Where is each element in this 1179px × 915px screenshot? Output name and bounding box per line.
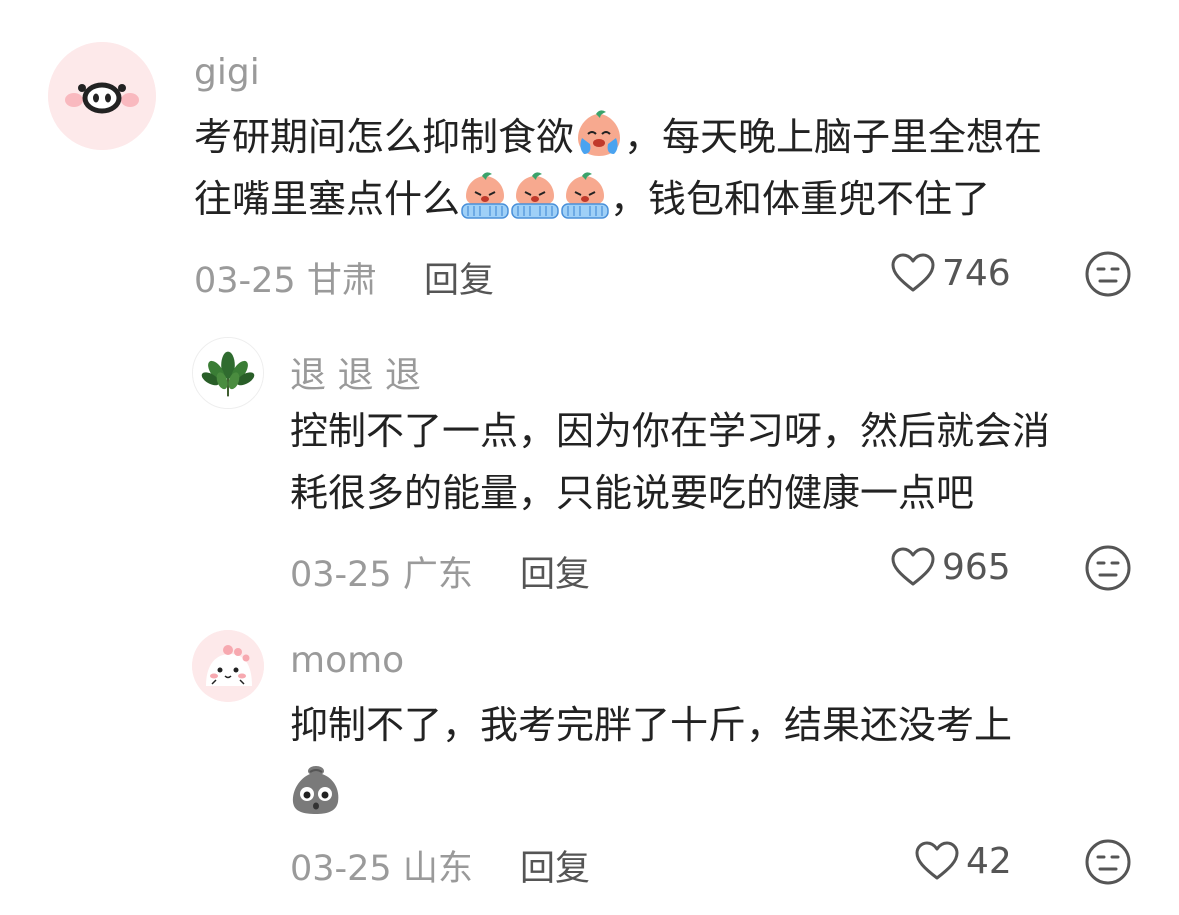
comment-text: 抑制不了，我考完胖了十斤，结果还没考上 bbox=[290, 694, 1160, 756]
like-button[interactable]: 746 bbox=[890, 248, 1011, 298]
username[interactable]: gigi bbox=[194, 52, 260, 93]
username[interactable]: 退 退 退 bbox=[290, 346, 421, 398]
like-button[interactable]: 42 bbox=[914, 836, 1012, 886]
dislike-button[interactable] bbox=[1084, 544, 1132, 592]
comment-date-location: 03-25 山东 bbox=[290, 849, 473, 889]
sobbing-peach-emoji-icon bbox=[460, 172, 510, 220]
reply-button[interactable]: 回复 bbox=[424, 252, 494, 303]
neutral-face-icon bbox=[1085, 839, 1131, 885]
reply-button[interactable]: 回复 bbox=[520, 546, 590, 597]
sobbing-peach-emoji-icon bbox=[510, 172, 560, 220]
comment-text-segment: 考研期间怎么抑制食欲 bbox=[194, 115, 575, 159]
avatar[interactable] bbox=[192, 337, 264, 409]
comment-text-line: 控制不了一点，因为你在学习呀，然后就会消 bbox=[290, 409, 1051, 453]
heart-outline-icon bbox=[891, 253, 935, 292]
comment-text-line: 抑制不了，我考完胖了十斤，结果还没考上 bbox=[290, 703, 1013, 747]
like-button[interactable]: 965 bbox=[890, 542, 1011, 592]
cute-dino-icon bbox=[192, 630, 264, 702]
neutral-face-icon bbox=[1085, 251, 1131, 297]
comment-text: 考研期间怎么抑制食欲 ，每天晚上脑子里全想在 往嘴里塞点什么 ，钱包和体重兜不住了 bbox=[194, 106, 1154, 230]
like-count: 965 bbox=[942, 546, 1011, 588]
leafy-plant-icon bbox=[193, 338, 263, 408]
comment-text-line: 耗很多的能量，只能说要吃的健康一点吧 bbox=[290, 471, 975, 515]
avatar[interactable] bbox=[192, 630, 264, 702]
shocked-rock-emoji-icon bbox=[288, 762, 344, 816]
heart-outline-icon bbox=[915, 841, 959, 880]
comment-text: 控制不了一点，因为你在学习呀，然后就会消 耗很多的能量，只能说要吃的健康一点吧 bbox=[290, 400, 1160, 524]
crying-peach-emoji-icon bbox=[574, 110, 624, 158]
neutral-face-icon bbox=[1085, 545, 1131, 591]
dislike-button[interactable] bbox=[1084, 250, 1132, 298]
comment-text-segment: ，每天晚上脑子里全想在 bbox=[624, 115, 1043, 159]
sobbing-peach-emoji-icon bbox=[560, 172, 610, 220]
dislike-button[interactable] bbox=[1084, 838, 1132, 886]
reply-button[interactable]: 回复 bbox=[520, 840, 590, 891]
comment-text-segment: 往嘴里塞点什么 bbox=[194, 177, 461, 221]
username[interactable]: momo bbox=[290, 640, 404, 681]
avatar[interactable] bbox=[48, 42, 156, 150]
comment-text-segment: ，钱包和体重兜不住了 bbox=[610, 177, 991, 221]
like-count: 42 bbox=[966, 840, 1012, 882]
like-count: 746 bbox=[942, 252, 1011, 294]
heart-outline-icon bbox=[891, 547, 935, 586]
pig-face-icon bbox=[48, 42, 156, 150]
comment-date-location: 03-25 甘肃 bbox=[194, 261, 377, 301]
comment-date-location: 03-25 广东 bbox=[290, 555, 473, 595]
